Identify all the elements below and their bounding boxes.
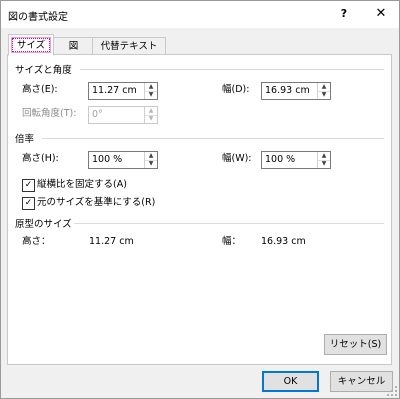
spin-down-icon[interactable]: ▼ (145, 160, 157, 168)
tab-picture-label: 図 (68, 41, 79, 52)
original-size-heading: 原型のサイズ (15, 219, 72, 230)
scale-height-label: 高さ(H): (22, 153, 59, 164)
format-picture-dialog: 図の書式設定 ? ✕ サイズ 図 代替テキスト サイズと角度 高さ(E): 11… (0, 0, 400, 399)
original-height-value: 11.27 cm (89, 236, 134, 247)
height-value[interactable]: 11.27 cm (92, 84, 137, 98)
ok-button[interactable]: OK (262, 371, 319, 392)
divider (42, 138, 384, 139)
tab-alt-text-label: 代替テキスト (100, 41, 158, 52)
size-section-heading: サイズと角度 (15, 65, 72, 76)
height-spinner[interactable]: 11.27 cm ▲ ▼ (88, 82, 158, 100)
spin-down-icon: ▼ (148, 115, 154, 122)
lock-aspect-label[interactable]: 縦横比を固定する(A) (37, 178, 127, 192)
resize-grip-icon[interactable] (387, 386, 397, 396)
close-button[interactable]: ✕ (374, 5, 388, 23)
tab-size[interactable]: サイズ (8, 34, 54, 56)
scale-section-heading: 倍率 (15, 134, 35, 145)
spin-down-icon[interactable]: ▼ (145, 91, 157, 99)
scale-width-spinner[interactable]: 100 % ▲ ▼ (261, 151, 331, 169)
dialog-title: 図の書式設定 (8, 12, 68, 23)
scale-height-spinner[interactable]: 100 % ▲ ▼ (88, 151, 158, 169)
original-width-value: 16.93 cm (261, 236, 306, 247)
size-tab-panel: サイズと角度 高さ(E): 11.27 cm ▲ ▼ 幅(D): 16.93 c… (7, 54, 392, 365)
scale-height-value[interactable]: 100 % (92, 153, 122, 167)
divider (74, 223, 384, 224)
width-label: 幅(D): (222, 84, 250, 95)
help-button[interactable]: ? (336, 5, 352, 23)
original-height-label: 高さ： (22, 236, 51, 247)
rotation-label: 回転角度(T): (22, 108, 77, 119)
relative-size-label[interactable]: 元のサイズを基準にする(R) (37, 196, 155, 210)
scale-width-value[interactable]: 100 % (265, 153, 295, 167)
check-icon: ✓ (24, 180, 33, 190)
tab-size-label: サイズ (16, 40, 46, 51)
spin-down-icon[interactable]: ▼ (318, 91, 330, 99)
title-bar: 図の書式設定 ? ✕ (1, 1, 399, 28)
check-icon: ✓ (24, 198, 33, 208)
spin-down-icon[interactable]: ▼ (318, 160, 330, 168)
width-spinner[interactable]: 16.93 cm ▲ ▼ (261, 82, 331, 100)
original-width-label: 幅： (222, 236, 242, 247)
tab-picture[interactable]: 図 (53, 37, 94, 55)
scale-width-label: 幅(W): (222, 153, 252, 164)
cancel-button[interactable]: キャンセル (330, 371, 393, 392)
height-label: 高さ(E): (22, 84, 58, 95)
relative-size-checkbox[interactable]: ✓ (22, 197, 35, 210)
reset-button[interactable]: リセット(S) (324, 334, 387, 355)
lock-aspect-checkbox[interactable]: ✓ (22, 179, 35, 192)
rotation-value: 0° (92, 109, 103, 120)
tab-alt-text[interactable]: 代替テキスト (92, 37, 166, 55)
width-value[interactable]: 16.93 cm (265, 84, 310, 98)
divider (80, 69, 384, 70)
rotation-spinner: 0° ▲ ▼ (88, 106, 158, 124)
